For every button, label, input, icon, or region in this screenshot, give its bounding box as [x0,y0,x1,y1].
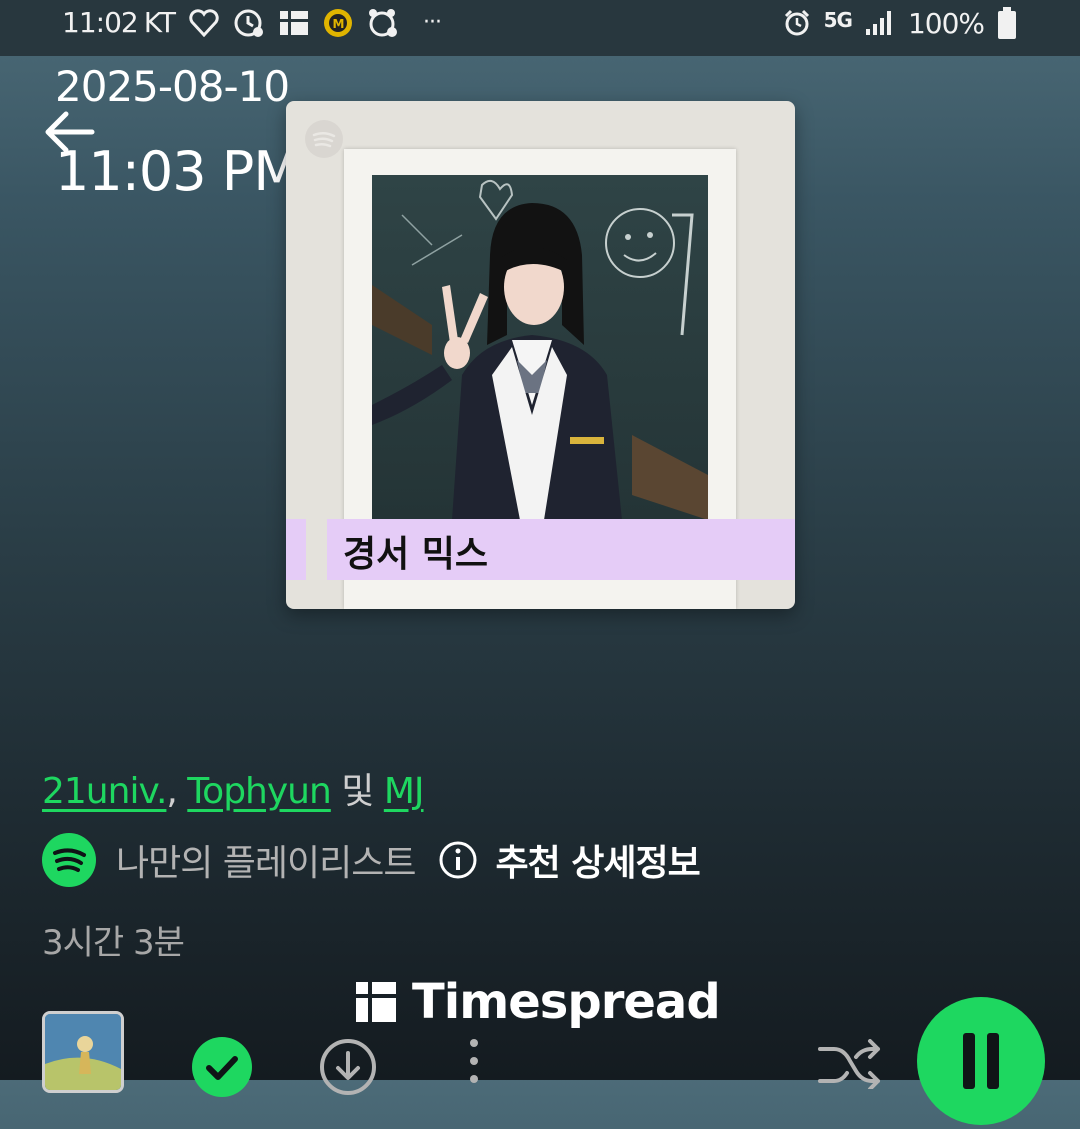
download-button[interactable] [318,1037,378,1097]
signal-icon [864,9,896,37]
playlist-owner[interactable]: 나만의 플레이리스트 [116,834,417,886]
status-time: 11:02 [62,6,139,39]
playlist-meta-row: 나만의 플레이리스트 추천 상세정보 [42,833,701,887]
overlay-time: 11:03 PM [55,140,300,203]
cover-label-strip [286,519,306,580]
pause-icon [963,1033,999,1089]
playlist-controls [0,997,1080,1125]
battery-icon [996,6,1018,40]
spotify-icon [42,833,96,887]
heart-status-icon [189,8,219,37]
mini-cover-thumbnail[interactable] [42,1011,124,1093]
artists-line: 21univ., Tophyun 및 MJ [42,762,425,814]
status-bar: 11:02 KT M ··· 5G 100% [0,0,1080,56]
info-icon[interactable] [438,840,478,880]
check-icon [206,1056,238,1080]
artist-separator: , [166,771,188,812]
playlist-duration: 3시간 3분 [42,923,185,963]
battery-percent: 100% [907,6,985,40]
spotify-watermark-icon [305,120,343,158]
pause-button[interactable] [917,997,1045,1125]
artist-conjunction: 및 [330,771,384,812]
shuffle-button[interactable] [816,1039,882,1091]
saved-check-button[interactable] [192,1037,252,1097]
playlist-cover: 경서 믹스 [286,101,795,609]
clock-status-icon [233,7,265,39]
download-icon [320,1039,376,1095]
shuffle-icon [818,1039,880,1091]
artist-link-2[interactable]: Tophyun [187,771,332,812]
status-left: 11:02 KT M ··· [62,6,442,39]
recommendation-details[interactable]: 추천 상세정보 [496,834,701,886]
cover-photo [372,175,708,520]
alarm-icon [782,8,812,38]
alarm-app-icon [367,7,399,39]
artist-link-3[interactable]: MJ [384,771,425,812]
artist-link-1[interactable]: 21univ. [42,771,167,812]
app-status-icon [279,9,309,37]
cover-title: 경서 믹스 [343,534,489,575]
cover-label: 경서 믹스 [327,519,795,580]
status-more: ··· [423,10,442,35]
svg-text:M: M [333,17,344,31]
status-right: 5G 100% [782,6,1018,40]
status-carrier: KT [143,6,176,39]
network-type: 5G [823,8,853,32]
m-badge-icon: M [323,8,353,38]
